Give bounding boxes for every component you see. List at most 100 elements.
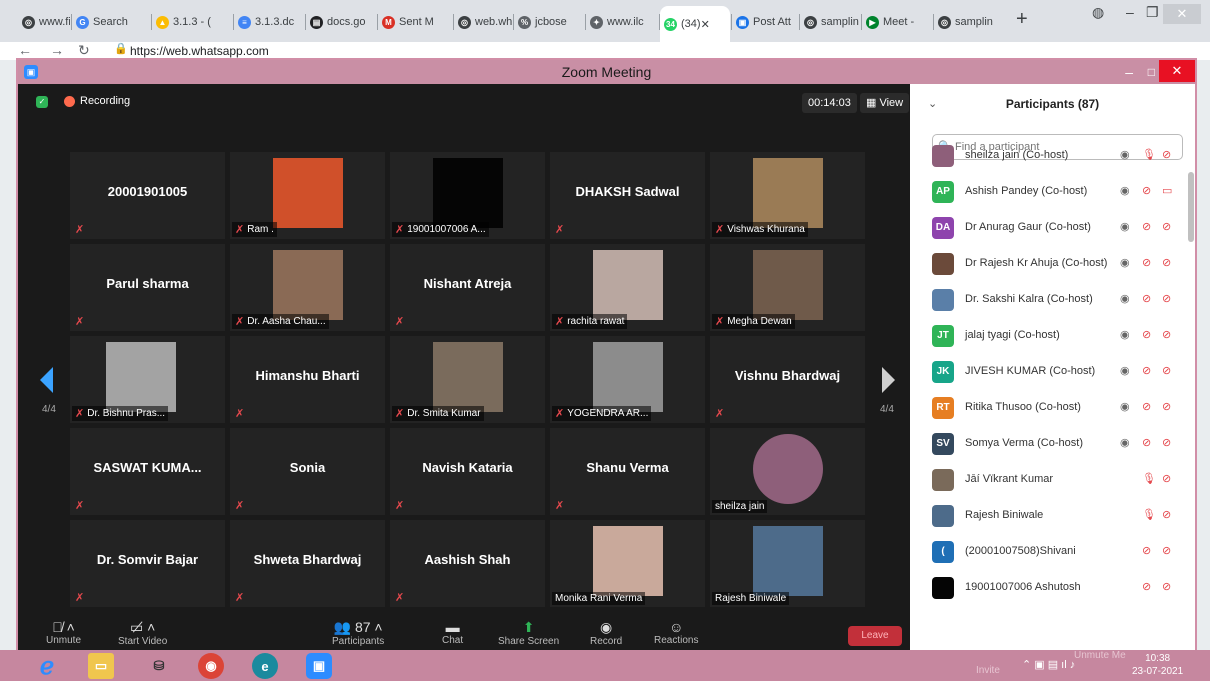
chrome-taskbar-icon[interactable]: ◉ (198, 653, 224, 679)
participant-row[interactable]: 19001007006 Ashutosh ⊘ ⊘ (910, 570, 1180, 606)
previous-page-arrow-icon[interactable] (40, 367, 53, 393)
participant-row[interactable]: JT jalaj tyagi (Co-host) ◉ ⊘ ⊘ (910, 318, 1180, 354)
reactions-button[interactable]: ☺ Reactions (654, 619, 698, 646)
system-tray-icons[interactable]: ⌃ ▣ ▤ ıl ♪ (1022, 658, 1075, 671)
participant-name: Aashish Shah (424, 552, 511, 567)
participant-row[interactable]: DA Dr Anurag Gaur (Co-host) ◉ ⊘ ⊘ (910, 210, 1180, 246)
video-tile[interactable]: Himanshu Bharti ✗ (230, 336, 385, 423)
network-icon[interactable]: ⛁ (146, 653, 172, 679)
video-tile[interactable]: ✗ Ram . (230, 152, 385, 239)
video-tile[interactable]: Parul sharma ✗ (70, 244, 225, 331)
video-tile[interactable]: ✗ 19001007006 A... (390, 152, 545, 239)
browser-tab[interactable]: G Search (72, 8, 150, 36)
video-tile[interactable]: ✗ Dr. Bishnu Pras... (70, 336, 225, 423)
participant-row[interactable]: Dr. Sakshi Kalra (Co-host) ◉ ⊘ ⊘ (910, 282, 1180, 318)
participant-row[interactable]: Jāí Vïkrant Kumar 🎙 ⊘ (910, 462, 1180, 498)
participant-list-scrollbar[interactable] (1188, 172, 1194, 242)
video-tile[interactable]: DHAKSH Sadwal ✗ (550, 152, 705, 239)
chat-button[interactable]: ▬ Chat (442, 619, 463, 646)
internet-explorer-icon[interactable]: ℯ (34, 653, 60, 680)
record-button[interactable]: ◉ Record (590, 619, 622, 647)
browser-tab[interactable]: % jcbose (514, 8, 584, 36)
muted-mic-icon: ✗ (235, 316, 245, 328)
chrome-icon: ◎ (22, 15, 35, 29)
browser-tab[interactable]: ◎ samplin (934, 8, 1000, 36)
profile-icon[interactable]: ◍ (1092, 4, 1104, 21)
video-tile[interactable]: Dr. Somvir Bajar ✗ (70, 520, 225, 607)
video-tile[interactable]: Sonia ✗ (230, 428, 385, 515)
participant-row[interactable]: AP Ashish Pandey (Co-host) ◉ ⊘ ▭ (910, 174, 1180, 210)
reload-icon[interactable]: ↻ (78, 42, 90, 59)
new-tab-button[interactable]: + (1016, 8, 1028, 31)
participant-row[interactable]: sheilza jain (Co-host) ◉ 🎙 ⊘ (910, 138, 1180, 174)
participant-caption: Monika Rani Verma (555, 593, 643, 604)
unmute-me-button[interactable]: Unmute Me (1074, 650, 1126, 661)
video-tile[interactable]: ✗ Megha Dewan (710, 244, 865, 331)
zoom-maximize-icon[interactable]: □ (1148, 60, 1155, 84)
video-tile[interactable]: 20001901005 ✗ (70, 152, 225, 239)
video-tile[interactable]: SASWAT KUMA... ✗ (70, 428, 225, 515)
browser-tab[interactable]: ≡ 3.1.3.dc (234, 8, 304, 36)
participant-row[interactable]: ((20001007508)Shivani ⊘ ⊘ (910, 534, 1180, 570)
video-tile[interactable]: ✗ Dr. Smita Kumar (390, 336, 545, 423)
browser-close-button[interactable]: ✕ (1163, 4, 1201, 24)
zoom-close-button[interactable]: ✕ (1159, 60, 1195, 82)
video-tile[interactable]: ✗ Dr. Aasha Chau... (230, 244, 385, 331)
participant-row[interactable]: RT Ritika Thusoo (Co-host) ◉ ⊘ ⊘ (910, 390, 1180, 426)
share-screen-button[interactable]: ⬆ Share Screen (498, 619, 559, 647)
restore-icon[interactable]: ❐ (1146, 4, 1159, 21)
browser-tab[interactable]: ✦ www.ilc (586, 8, 658, 36)
browser-tab[interactable]: 34 (34) ✕ (660, 6, 730, 42)
participant-row[interactable]: JK JIVESH KUMAR (Co-host) ◉ ⊘ ⊘ (910, 354, 1180, 390)
video-tile[interactable]: Monika Rani Verma (550, 520, 705, 607)
video-tile[interactable]: sheilza jain (710, 428, 865, 515)
zoom-window-title: Zoom Meeting (561, 64, 652, 80)
security-shield-icon[interactable]: ✓ (36, 96, 48, 108)
file-explorer-icon[interactable]: ▭ (88, 653, 114, 679)
leave-button[interactable]: Leave (848, 626, 902, 646)
back-icon[interactable]: ← (18, 42, 32, 58)
close-tab-icon[interactable]: ✕ (701, 18, 710, 31)
video-tile[interactable]: Navish Kataria ✗ (390, 428, 545, 515)
view-button[interactable]: ▦ View (860, 93, 910, 113)
video-tile[interactable]: Shweta Bhardwaj ✗ (230, 520, 385, 607)
recording-label[interactable]: Recording (80, 95, 130, 107)
edge-icon[interactable]: e (252, 653, 278, 679)
zoom-taskbar-icon[interactable]: ▣ (306, 653, 332, 679)
url-field[interactable]: https://web.whatsapp.com (130, 44, 269, 58)
zoom-minimize-icon[interactable]: – (1125, 60, 1133, 84)
clock[interactable]: 10:38 23-07-2021 (1132, 652, 1183, 678)
browser-tab[interactable]: ◎ www.fir (18, 8, 70, 36)
participant-row-name: Dr Rajesh Kr Ahuja (Co-host) (965, 257, 1108, 269)
browser-tab[interactable]: ▲ 3.1.3 - ( (152, 8, 232, 36)
next-page-arrow-icon[interactable] (882, 367, 895, 393)
mute-button[interactable]: 🎙̸ ˄ Unmute (46, 619, 81, 646)
video-tile[interactable]: ✗ rachita rawat (550, 244, 705, 331)
participants-button[interactable]: 👥 87 ˄ Participants (332, 619, 384, 647)
invite-button[interactable]: Invite (976, 665, 1000, 676)
muted-mic-icon: ✗ (75, 224, 85, 236)
video-tile[interactable]: Aashish Shah ✗ (390, 520, 545, 607)
browser-tab[interactable]: ▶ Meet - (862, 8, 932, 36)
video-tile[interactable]: Vishnu Bhardwaj ✗ (710, 336, 865, 423)
browser-tab[interactable]: M Sent M (378, 8, 452, 36)
participant-row[interactable]: Dr Rajesh Kr Ahuja (Co-host) ◉ ⊘ ⊘ (910, 246, 1180, 282)
participant-row[interactable]: SV Somya Verma (Co-host) ◉ ⊘ ⊘ (910, 426, 1180, 462)
google-icon: G (76, 15, 89, 29)
browser-tab[interactable]: ◎ samplin (800, 8, 860, 36)
forward-icon[interactable]: → (50, 42, 64, 58)
video-tile[interactable]: Rajesh Biniwale (710, 520, 865, 607)
browser-tab[interactable]: ▤ docs.go (306, 8, 376, 36)
browser-tab[interactable]: ▣ Post Att (732, 8, 798, 36)
video-button[interactable]: ▭̸ ˄ Start Video (118, 619, 167, 647)
chevron-down-icon[interactable]: ⌄ (928, 84, 937, 124)
video-tile[interactable]: ✗ Vishwas Khurana (710, 152, 865, 239)
video-tile[interactable]: Nishant Atreja ✗ (390, 244, 545, 331)
minimize-icon[interactable]: – (1126, 4, 1134, 20)
participant-row[interactable]: Rajesh Biniwale 🎙 ⊘ (910, 498, 1180, 534)
video-tile[interactable]: ✗ YOGENDRA AR... (550, 336, 705, 423)
video-tile[interactable]: Shanu Verma ✗ (550, 428, 705, 515)
browser-tab[interactable]: ◎ web.wh (454, 8, 512, 36)
participant-video (433, 158, 503, 228)
view-label: View (879, 97, 904, 109)
